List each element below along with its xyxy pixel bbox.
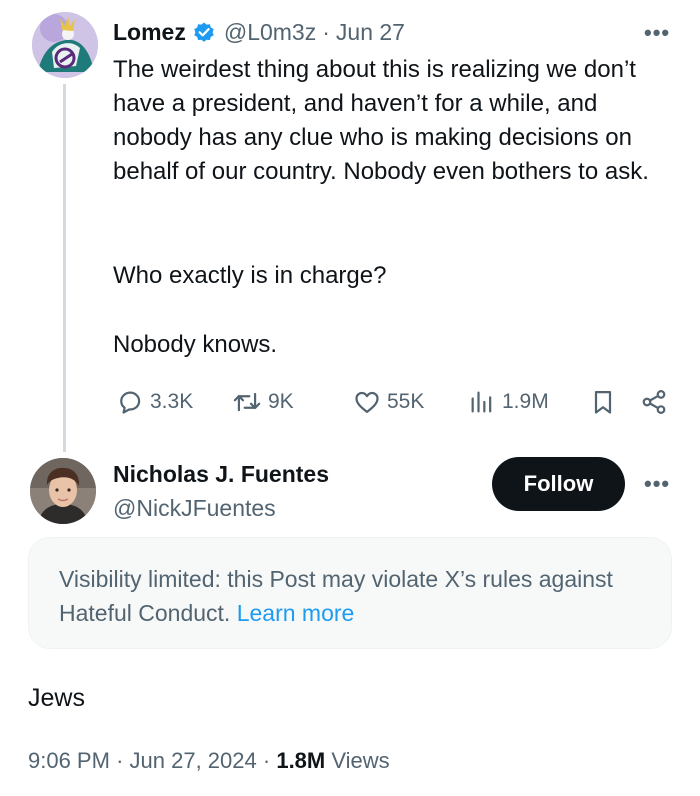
bookmark-icon: [590, 388, 616, 416]
post-date[interactable]: Jun 27: [336, 19, 405, 46]
post-views-count[interactable]: 1.8M: [276, 748, 325, 773]
lomez-avatar[interactable]: [32, 12, 98, 78]
analytics-icon: [468, 388, 496, 416]
verified-badge-icon[interactable]: [192, 20, 216, 44]
post-metadata: 9:06 PM · Jun 27, 2024 · 1.8M Views: [28, 745, 390, 777]
post-full-date[interactable]: Jun 27, 2024: [130, 748, 257, 773]
reply-button[interactable]: 3.3K: [116, 384, 193, 420]
like-button[interactable]: 55K: [353, 384, 424, 420]
post-header: Lomez @L0m3z · Jun 27: [113, 16, 405, 48]
visibility-notice: Visibility limited: this Post may violat…: [28, 537, 672, 649]
views-count: 1.9M: [502, 390, 549, 413]
reply-author-handle[interactable]: @NickJFuentes: [113, 492, 276, 524]
reply-author-name[interactable]: Nicholas J. Fuentes: [113, 458, 329, 490]
post-text-paragraph: Nobody knows.: [113, 331, 278, 358]
reply-post-text: Jews: [28, 684, 85, 712]
post-action-bar: 3.3K 9K 55K 1.9M: [0, 384, 700, 420]
like-count: 55K: [387, 390, 425, 413]
repost-button[interactable]: 9K: [232, 384, 294, 420]
author-handle[interactable]: @L0m3z: [224, 19, 316, 46]
post-text-paragraph: The weirdest thing about this is realizi…: [113, 56, 649, 185]
meta-separator: ·: [262, 748, 271, 773]
more-dots-icon[interactable]: •••: [644, 473, 670, 495]
avatar-art: [32, 12, 98, 78]
follow-button[interactable]: Follow: [492, 457, 625, 511]
post-views-label: Views: [331, 748, 390, 773]
post-text-paragraph: Who exactly is in charge?: [113, 262, 387, 289]
author-name[interactable]: Lomez: [113, 19, 186, 46]
learn-more-link[interactable]: Learn more: [237, 600, 355, 626]
repost-icon: [232, 388, 262, 416]
fuentes-avatar[interactable]: [30, 458, 96, 524]
views-button[interactable]: 1.9M: [468, 384, 549, 420]
bookmark-button[interactable]: [590, 384, 616, 420]
avatar-photo: [30, 458, 96, 524]
meta-separator: ·: [116, 748, 124, 773]
more-dots-icon[interactable]: •••: [644, 22, 670, 44]
repost-count: 9K: [268, 390, 294, 413]
heart-icon: [353, 388, 381, 416]
header-separator: ·: [322, 18, 330, 45]
reply-count: 3.3K: [150, 390, 194, 413]
reply-icon: [116, 388, 144, 416]
share-icon: [640, 388, 668, 416]
share-button[interactable]: [640, 384, 668, 420]
post-thread: Lomez @L0m3z · Jun 27 ••• The weirdest t…: [0, 0, 700, 796]
post-time[interactable]: 9:06 PM: [28, 748, 110, 773]
